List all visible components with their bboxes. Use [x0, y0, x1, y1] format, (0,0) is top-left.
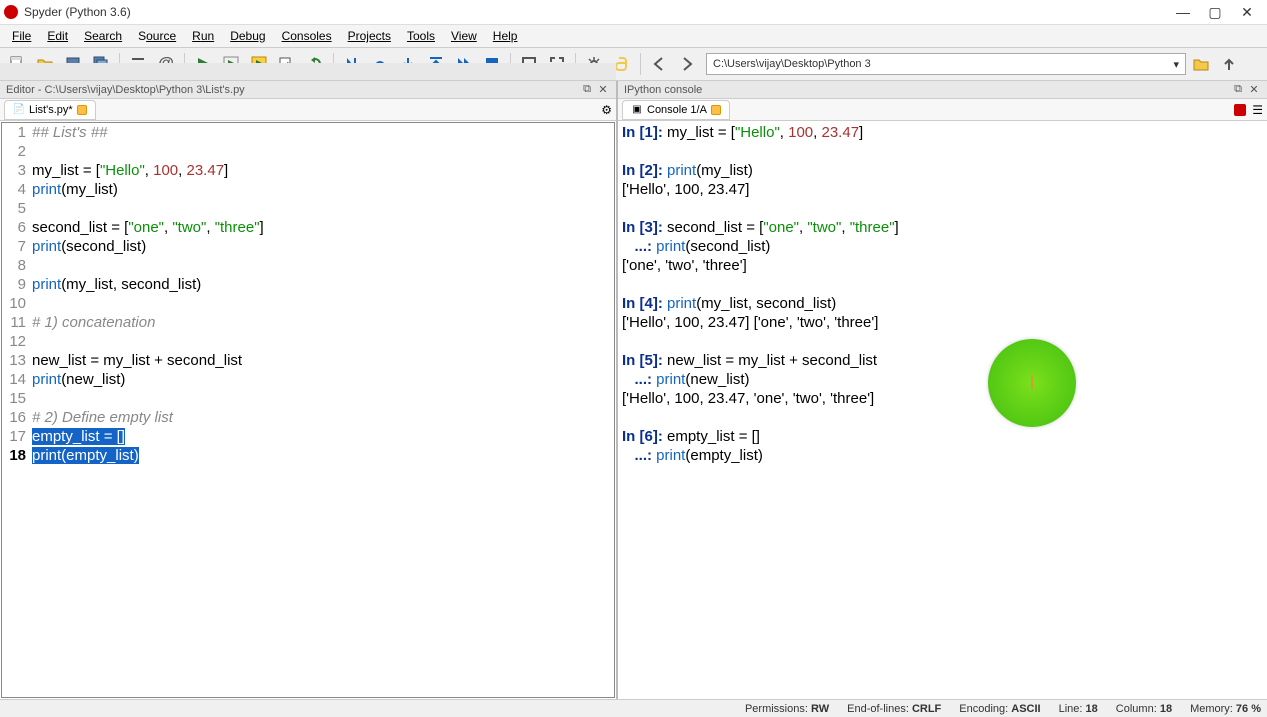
console-options-icon[interactable]: ☰	[1252, 103, 1263, 117]
editor-line[interactable]: 10	[2, 294, 614, 313]
menu-view[interactable]: View	[443, 27, 485, 45]
kernel-stop-icon[interactable]	[1234, 104, 1246, 116]
console-line: ...: print(new_list)	[622, 370, 1263, 389]
editor-line[interactable]: 12	[2, 332, 614, 351]
back-button[interactable]	[646, 51, 672, 77]
editor-line[interactable]: 17empty_list = []	[2, 427, 614, 446]
editor-line[interactable]: 16# 2) Define empty list	[2, 408, 614, 427]
editor-line[interactable]: 18print(empty_list)	[2, 446, 614, 465]
console-line: In [5]: new_list = my_list + second_list	[622, 351, 1263, 370]
menu-search[interactable]: Search	[76, 27, 130, 45]
status-encoding: Encoding: ASCII	[959, 703, 1040, 715]
console-line: ['Hello', 100, 23.47]	[622, 180, 1263, 199]
editor-line[interactable]: 8	[2, 256, 614, 275]
menu-help[interactable]: Help	[485, 27, 526, 45]
menu-tools[interactable]: Tools	[399, 27, 443, 45]
menu-edit[interactable]: Edit	[39, 27, 76, 45]
console-icon: ▣	[631, 104, 643, 116]
editor-pane: Editor - C:\Users\vijay\Desktop\Python 3…	[0, 81, 618, 699]
code-editor[interactable]: 1## List's ##23my_list = ["Hello", 100, …	[1, 122, 615, 698]
window-title: Spyder (Python 3.6)	[24, 5, 1167, 19]
console-line: In [4]: print(my_list, second_list)	[622, 294, 1263, 313]
status-column: Column: 18	[1116, 703, 1172, 715]
editor-line[interactable]: 9print(my_list, second_list)	[2, 275, 614, 294]
editor-pane-close-icon[interactable]: ✕	[596, 83, 610, 96]
editor-tab-lists[interactable]: 📄 List's.py*	[4, 100, 96, 120]
editor-line[interactable]: 2	[2, 142, 614, 161]
editor-line[interactable]: 14print(new_list)	[2, 370, 614, 389]
editor-line[interactable]: 15	[2, 389, 614, 408]
editor-line[interactable]: 4print(my_list)	[2, 180, 614, 199]
console-line: ['one', 'two', 'three']	[622, 256, 1263, 275]
working-dir-select[interactable]: C:\Users\vijay\Desktop\Python 3 ▾	[706, 53, 1186, 75]
console-pane-title: IPython console	[624, 84, 1229, 96]
menu-file[interactable]: File	[4, 27, 39, 45]
console-line	[622, 275, 1263, 294]
console-pane: IPython console ⧉ ✕ ▣ Console 1/A ☰ In […	[618, 81, 1267, 699]
menu-source[interactable]: Source	[130, 27, 184, 45]
console-tab-1a[interactable]: ▣ Console 1/A	[622, 100, 730, 120]
title-bar: Spyder (Python 3.6) — ▢ ✕	[0, 0, 1267, 25]
console-line: ['Hello', 100, 23.47] ['one', 'two', 'th…	[622, 313, 1263, 332]
status-line: Line: 18	[1059, 703, 1098, 715]
editor-line[interactable]: 13new_list = my_list + second_list	[2, 351, 614, 370]
forward-button[interactable]	[674, 51, 700, 77]
console-line: In [6]: empty_list = []	[622, 427, 1263, 446]
editor-options-icon[interactable]: ⚙	[601, 103, 612, 117]
console-line: In [1]: my_list = ["Hello", 100, 23.47]	[622, 123, 1263, 142]
status-eol: End-of-lines: CRLF	[847, 703, 941, 715]
ipython-console[interactable]: In [1]: my_list = ["Hello", 100, 23.47] …	[618, 121, 1267, 699]
maximize-button[interactable]: ▢	[1199, 2, 1231, 22]
menu-run[interactable]: Run	[184, 27, 222, 45]
console-line: In [3]: second_list = ["one", "two", "th…	[622, 218, 1263, 237]
unsaved-indicator-icon	[77, 105, 87, 115]
editor-line[interactable]: 1## List's ##	[2, 123, 614, 142]
console-pane-close-icon[interactable]: ✕	[1247, 83, 1261, 96]
editor-line[interactable]: 7print(second_list)	[2, 237, 614, 256]
console-line	[622, 408, 1263, 427]
console-line: ...: print(second_list)	[622, 237, 1263, 256]
status-bar: Permissions: RW End-of-lines: CRLF Encod…	[0, 699, 1267, 717]
editor-line[interactable]: 11# 1) concatenation	[2, 313, 614, 332]
parent-dir-button[interactable]	[1216, 51, 1242, 77]
console-line: ...: print(empty_list)	[622, 446, 1263, 465]
mouse-highlight-icon: I	[988, 339, 1076, 427]
menu-consoles[interactable]: Consoles	[274, 27, 340, 45]
browse-dir-button[interactable]	[1188, 51, 1214, 77]
console-line	[622, 142, 1263, 161]
menu-projects[interactable]: Projects	[340, 27, 399, 45]
console-pane-undock-icon[interactable]: ⧉	[1231, 83, 1245, 96]
close-button[interactable]: ✕	[1231, 2, 1263, 22]
menu-debug[interactable]: Debug	[222, 27, 273, 45]
status-permissions: Permissions: RW	[745, 703, 829, 715]
working-dir-value: C:\Users\vijay\Desktop\Python 3	[713, 58, 871, 70]
editor-pane-title: Editor - C:\Users\vijay\Desktop\Python 3…	[6, 84, 578, 96]
menu-bar: File Edit Search Source Run Debug Consol…	[0, 25, 1267, 47]
editor-tabs: 📄 List's.py* ⚙	[0, 99, 616, 121]
editor-line[interactable]: 5	[2, 199, 614, 218]
console-line: ['Hello', 100, 23.47, 'one', 'two', 'thr…	[622, 389, 1263, 408]
console-line	[622, 199, 1263, 218]
console-close-icon[interactable]	[711, 105, 721, 115]
status-memory: Memory: 76 %	[1190, 703, 1261, 715]
editor-line[interactable]: 3my_list = ["Hello", 100, 23.47]	[2, 161, 614, 180]
editor-pane-header	[0, 63, 616, 81]
console-tab-label: Console 1/A	[647, 104, 707, 116]
spyder-logo-icon	[4, 5, 18, 19]
python-file-icon: 📄	[13, 104, 25, 116]
console-line: In [2]: print(my_list)	[622, 161, 1263, 180]
console-pane-header: IPython console ⧉ ✕	[618, 81, 1267, 99]
console-line	[622, 332, 1263, 351]
editor-pane-undock-icon[interactable]: ⧉	[580, 83, 594, 96]
editor-pane-header: Editor - C:\Users\vijay\Desktop\Python 3…	[0, 81, 616, 99]
console-tabs: ▣ Console 1/A ☰	[618, 99, 1267, 121]
minimize-button[interactable]: —	[1167, 2, 1199, 22]
editor-tab-label: List's.py*	[29, 104, 73, 116]
editor-line[interactable]: 6second_list = ["one", "two", "three"]	[2, 218, 614, 237]
